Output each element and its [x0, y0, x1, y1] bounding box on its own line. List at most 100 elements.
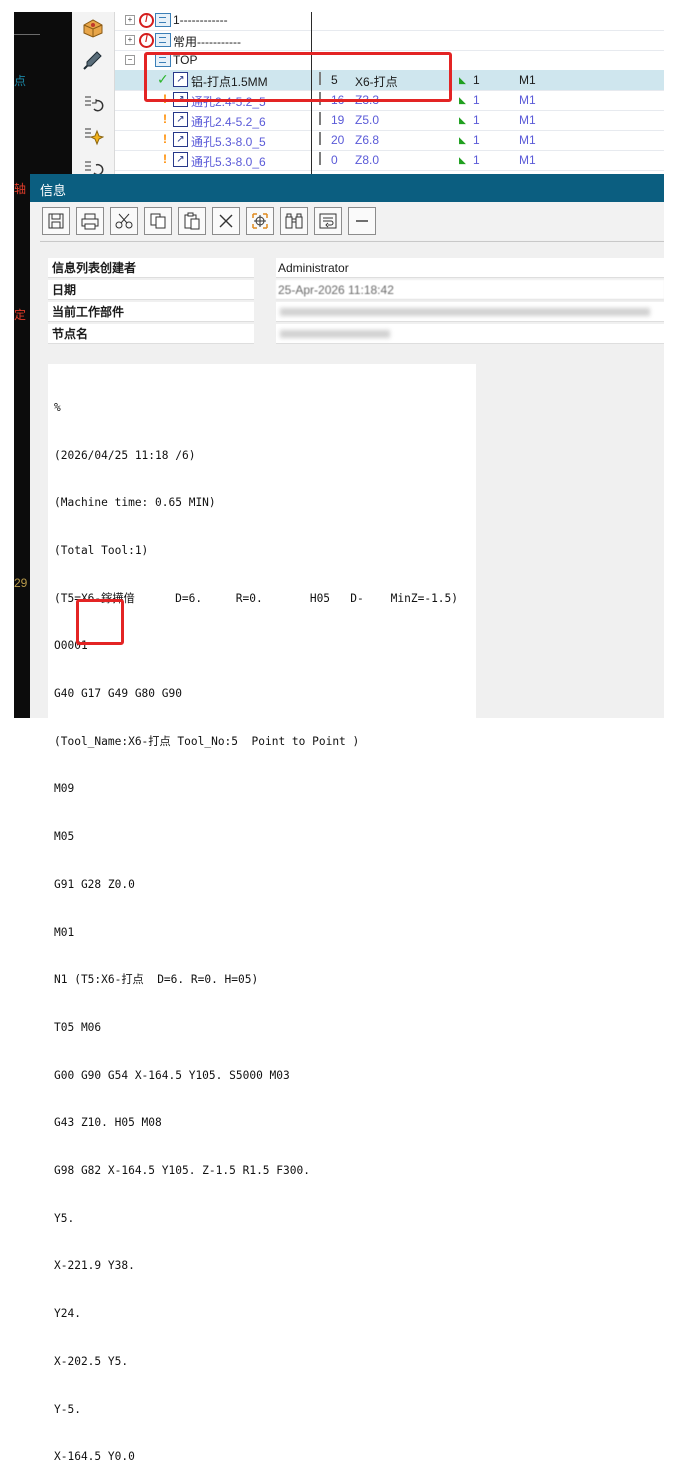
code-line: G40 G17 G49 G80 G90: [54, 687, 182, 701]
code-line: Y-5.: [54, 1402, 81, 1416]
warning-icon: !: [163, 152, 167, 166]
tree-row-group-1[interactable]: + / 1------------: [115, 12, 665, 31]
status-tick-icon: ◣: [459, 95, 466, 105]
tool-name: Z5.0: [355, 113, 380, 127]
code-line: X-221.9 Y38.: [54, 1259, 135, 1273]
info-key: 日期: [48, 280, 254, 300]
status-tick-icon: ◣: [459, 115, 466, 125]
tree-row-operation[interactable]: ! ↗ 通孔2.4-5.2_6 19 Z5.0 ◣ 1 M1: [115, 110, 665, 131]
info-window-titlebar[interactable]: 信息: [30, 174, 664, 202]
code-line: G91 G28 Z0.0: [54, 877, 135, 891]
info-value: 25-Apr-2026 11:18:42: [276, 280, 664, 300]
tool-number: 19: [331, 113, 345, 127]
code-line: G00 G90 G54 X-164.5 Y105. S5000 M03: [54, 1068, 290, 1082]
minimize-icon[interactable]: [348, 207, 376, 235]
code-line: M05: [54, 830, 75, 844]
copy-icon[interactable]: [144, 207, 172, 235]
code-line: X-202.5 Y5.: [54, 1354, 129, 1368]
info-key: 信息列表创建者: [48, 258, 254, 278]
operation-count: 1: [473, 73, 480, 87]
operation-name: 通孔2.4-5.2_6: [191, 115, 266, 129]
find-icon[interactable]: [280, 207, 308, 235]
info-value-redacted: [276, 302, 664, 322]
code-line: X-164.5 Y0.0: [54, 1450, 135, 1464]
expand-plus-icon[interactable]: +: [125, 35, 135, 45]
box-tool-icon[interactable]: [80, 16, 106, 40]
drill-operation-icon: ↗: [173, 112, 188, 127]
wrap-icon[interactable]: [314, 207, 342, 235]
code-line: G98 G82 X-164.5 Y105. Z-1.5 R1.5 F300.: [54, 1164, 310, 1178]
machine-method: M1: [519, 113, 536, 127]
info-key: 当前工作部件: [48, 302, 254, 322]
info-value-redacted: [276, 324, 664, 344]
nc-code-listing[interactable]: % (2026/04/25 11:18 /6) (Machine time: 0…: [48, 364, 476, 1463]
folder-icon: [155, 33, 171, 47]
expand-plus-icon[interactable]: +: [125, 15, 135, 25]
warning-icon: !: [163, 132, 167, 146]
code-text: % (2026/04/25 11:18 /6) (Machine time: 0…: [54, 368, 458, 1464]
code-line: (Machine time: 0.65 MIN): [54, 496, 216, 510]
tool-name: Z8.0: [355, 153, 380, 167]
operation-count: 1: [473, 93, 480, 107]
tree-row-label: 1------------: [173, 13, 228, 27]
redacted-text: [280, 308, 650, 316]
tree-row-operation[interactable]: ! ↗ 通孔5.3-8.0_5 20 Z6.8 ◣ 1 M1: [115, 130, 665, 151]
locate-icon[interactable]: [246, 207, 274, 235]
tool-holder-icon: [319, 112, 326, 125]
info-window-title: 信息: [40, 183, 67, 198]
operation-count: 1: [473, 133, 480, 147]
operation-count: 1: [473, 153, 480, 167]
code-line: %: [54, 400, 61, 414]
operation-name: 通孔5.3-8.0_5: [191, 135, 266, 149]
spark-list-icon[interactable]: [80, 124, 106, 148]
print-icon[interactable]: [76, 207, 104, 235]
delete-icon[interactable]: [212, 207, 240, 235]
code-line: (Total Tool:1): [54, 543, 149, 557]
code-line: (Tool_Name:X6-打点 Tool_No:5 Point to Poin…: [54, 734, 360, 748]
status-tick-icon: ◣: [459, 75, 466, 85]
tool-holder-icon: [319, 132, 326, 145]
info-row-creator: 信息列表创建者 Administrator: [48, 258, 664, 279]
highlight-box-g82: [76, 599, 124, 645]
info-key: 节点名: [48, 324, 254, 344]
strip-text-zhou: 轴: [14, 182, 27, 196]
strip-text-ding: 定: [14, 308, 27, 322]
no-entry-icon: /: [139, 13, 154, 28]
info-divider: [40, 241, 664, 242]
machine-method: M1: [519, 93, 536, 107]
info-toolbar: [30, 202, 664, 240]
no-entry-icon: /: [139, 33, 154, 48]
rotate-list-icon[interactable]: [80, 92, 106, 116]
operation-count: 1: [473, 113, 480, 127]
strip-text-dian: 点: [14, 74, 27, 88]
status-tick-icon: ◣: [459, 135, 466, 145]
machine-method: M1: [519, 153, 536, 167]
probe-tool-icon[interactable]: [80, 48, 106, 72]
code-line: M01: [54, 925, 75, 939]
operation-name: 通孔5.3-8.0_6: [191, 155, 266, 169]
save-icon[interactable]: [42, 207, 70, 235]
tree-row-operation[interactable]: ! ↗ 通孔5.3-8.0_6 0 Z8.0 ◣ 1 M1: [115, 150, 665, 171]
code-line: (2026/04/25 11:18 /6): [54, 448, 196, 462]
redacted-text: [280, 330, 390, 338]
highlight-box-operation: [144, 52, 452, 102]
info-row-part: 当前工作部件: [48, 302, 664, 323]
warning-icon: !: [163, 112, 167, 126]
code-line: M09: [54, 782, 75, 796]
cut-icon[interactable]: [110, 207, 138, 235]
folder-icon: [155, 13, 171, 27]
tool-number: 0: [331, 153, 338, 167]
paste-icon[interactable]: [178, 207, 206, 235]
info-row-node: 节点名: [48, 324, 664, 345]
tree-row-group-common[interactable]: + / 常用-----------: [115, 30, 665, 51]
tree-row-label: 常用-----------: [173, 35, 241, 49]
strip-text-number: 29: [14, 576, 28, 590]
tool-holder-icon: [319, 152, 326, 165]
collapse-minus-icon[interactable]: −: [125, 55, 135, 65]
machine-method: M1: [519, 133, 536, 147]
strip-divider: [14, 34, 40, 35]
drill-operation-icon: ↗: [173, 132, 188, 147]
page-margin: [664, 12, 678, 718]
drill-operation-icon: ↗: [173, 152, 188, 167]
code-line: Y24.: [54, 1307, 81, 1321]
